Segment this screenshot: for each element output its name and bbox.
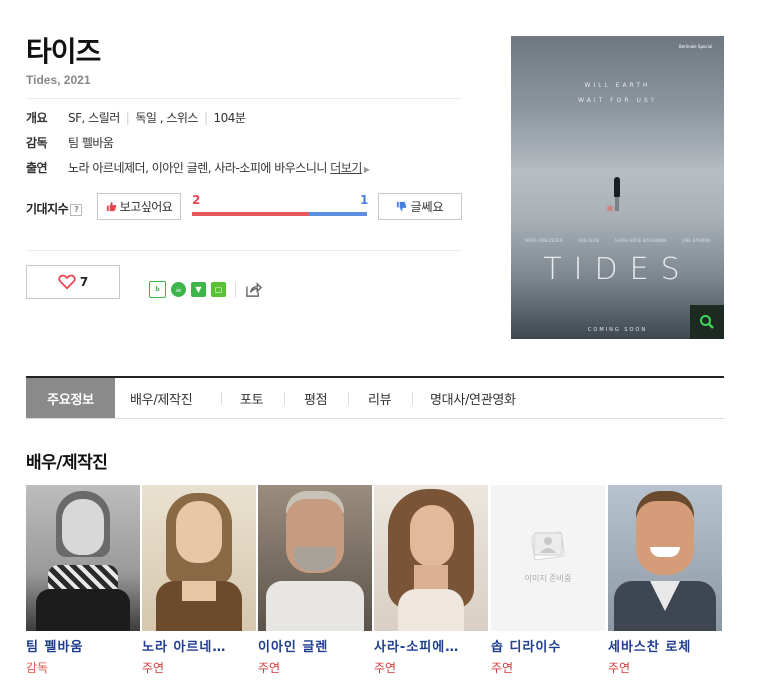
director-link[interactable]: 팀 펠바움	[68, 134, 114, 151]
divider	[26, 250, 462, 251]
info-label-director: 감독	[26, 136, 48, 150]
poster-credits: NORA ARNEZEDER IAIN GLEN SARAH-SOFIE BOUSS…	[525, 238, 710, 243]
poster-tagline: WILL EARTH WAIT FOR US?	[578, 82, 657, 104]
thumbs-down-icon	[397, 201, 407, 212]
no-count: 1	[360, 193, 369, 207]
like-button[interactable]: 7	[26, 265, 120, 299]
poster-red-light	[607, 206, 613, 211]
tab-photo[interactable]: 포토	[240, 378, 264, 418]
more-link[interactable]: 더보기	[330, 161, 362, 175]
divider	[26, 98, 462, 99]
country-link[interactable]: 독일 , 스위스	[135, 111, 198, 125]
cast-name[interactable]: 세바스찬 로체	[608, 636, 722, 655]
heart-icon	[58, 274, 76, 290]
cast-role: 주연	[258, 661, 281, 675]
cast-photo[interactable]	[258, 485, 372, 631]
movie-subtitle: Tides, 2021	[26, 73, 91, 87]
runtime: 104분	[213, 111, 246, 125]
cast-links[interactable]: 노라 아르네제더, 이아인 글렌, 사라-소피에 바우스니니	[68, 161, 327, 175]
cast-role: 감독	[26, 661, 49, 675]
chevron-right-icon: ▶	[363, 165, 370, 174]
share-icons: b ☕ ▼ ▢	[149, 281, 262, 298]
help-icon[interactable]: ?	[70, 203, 83, 216]
movie-title: 타이즈	[26, 35, 101, 68]
divider	[235, 281, 236, 298]
divider	[412, 392, 413, 405]
not-sure-button[interactable]: 글쎄요	[378, 193, 462, 220]
like-count: 7	[79, 275, 89, 289]
memo-icon[interactable]: ▢	[211, 282, 226, 297]
festival-badge: Berlinale Special	[679, 44, 713, 49]
want-count: 2	[192, 193, 201, 207]
cafe-icon[interactable]: ☕	[171, 282, 186, 297]
want-label: 보고싶어요	[119, 200, 173, 214]
cast-role: 주연	[142, 661, 165, 675]
thumbs-up-icon	[106, 201, 116, 212]
zoom-button[interactable]	[690, 305, 724, 339]
bookmark-icon[interactable]: ▼	[191, 282, 206, 297]
tab-bar: 주요정보 배우/제작진 포토 평점 리뷰 명대사/연관영화	[26, 376, 724, 419]
tab-quotes-related[interactable]: 명대사/연관영화	[430, 378, 516, 418]
tab-rating[interactable]: 평점	[304, 378, 328, 418]
divider	[221, 392, 222, 405]
cast-role: 주연	[374, 661, 397, 675]
cast-card[interactable]: 팀 펠바움 감독	[26, 485, 140, 676]
search-icon	[700, 315, 714, 329]
cast-name[interactable]: 사라-소피에…	[374, 636, 488, 655]
image-placeholder-icon	[531, 531, 565, 561]
cast-photo-placeholder[interactable]: 이미지 준비중	[491, 485, 605, 631]
cast-card[interactable]: 세바스찬 로체 주연	[608, 485, 722, 676]
cast-card[interactable]: 노라 아르네… 주연	[142, 485, 256, 676]
tab-cast-crew[interactable]: 배우/제작진	[130, 378, 193, 418]
poster-figure	[614, 177, 620, 197]
poster-reflection	[615, 197, 619, 211]
divider	[284, 392, 285, 405]
cast-name[interactable]: 팀 펠바움	[26, 636, 140, 655]
cast-role: 주연	[491, 661, 514, 675]
blog-icon[interactable]: b	[149, 281, 166, 298]
no-label: 글쎄요	[410, 200, 444, 214]
expect-label: 기대지수	[26, 202, 69, 216]
cast-photo[interactable]	[608, 485, 722, 631]
expect-ratio-bar	[192, 212, 367, 216]
tab-review[interactable]: 리뷰	[368, 378, 392, 418]
tab-main-info[interactable]: 주요정보	[26, 378, 115, 418]
cast-card[interactable]: 이아인 글렌 주연	[258, 485, 372, 676]
movie-poster[interactable]: Berlinale Special WILL EARTH WAIT FOR US?…	[511, 36, 724, 339]
cast-card[interactable]: 이미지 준비중 솝 디라이수 주연	[491, 485, 605, 676]
cast-photo[interactable]	[142, 485, 256, 631]
poster-title: TIDES	[543, 252, 692, 287]
info-label-overview: 개요	[26, 111, 48, 125]
placeholder-text: 이미지 준비중	[524, 574, 572, 583]
info-label-cast: 출연	[26, 161, 48, 175]
section-title: 배우/제작진	[26, 453, 108, 473]
cast-card[interactable]: 사라-소피에… 주연	[374, 485, 488, 676]
cast-role: 주연	[608, 661, 631, 675]
share-icon[interactable]	[245, 281, 262, 298]
cast-name[interactable]: 솝 디라이수	[491, 636, 605, 655]
cast-name[interactable]: 노라 아르네…	[142, 636, 256, 655]
expect-label-group: 기대지수?	[26, 200, 83, 217]
cast-name[interactable]: 이아인 글렌	[258, 636, 372, 655]
cast-photo[interactable]	[374, 485, 488, 631]
divider	[348, 392, 349, 405]
cast-photo[interactable]	[26, 485, 140, 631]
no-bar	[309, 212, 367, 216]
genre-link[interactable]: SF, 스릴러	[68, 111, 120, 125]
want-to-see-button[interactable]: 보고싶어요	[97, 193, 181, 220]
want-bar	[192, 212, 310, 216]
